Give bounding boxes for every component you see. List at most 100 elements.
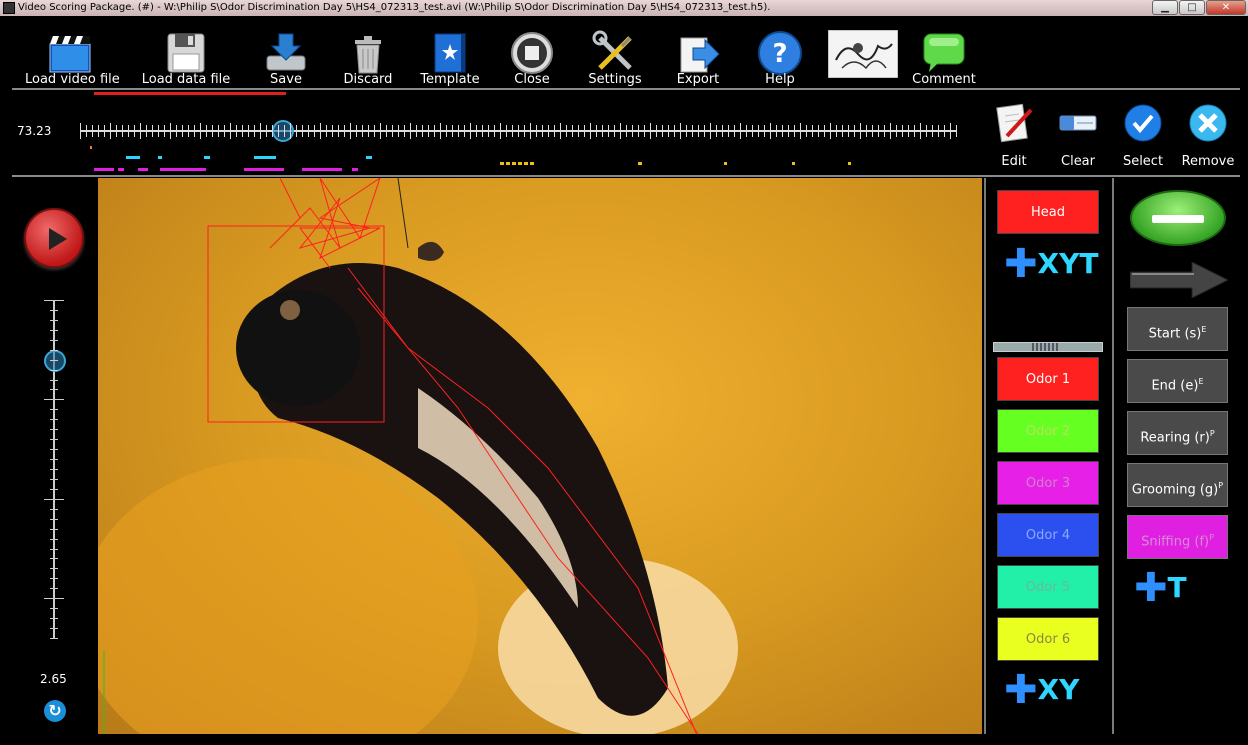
odor-5-button[interactable]: Odor 5 [997,565,1099,609]
sniffing-event-label: Sniffing (f) [1141,534,1210,550]
marker-list-scrollbar[interactable] [993,342,1103,352]
speed-slider-tick [44,498,64,500]
load-data-button[interactable]: Load data file [141,28,231,90]
load-data-label: Load data file [141,72,231,87]
play-icon [49,228,67,250]
speed-slider-tick [50,558,58,560]
next-arrow-icon[interactable] [1130,262,1228,298]
sketch-thumbnail-icon [828,30,898,78]
speed-slider-tick [50,329,58,331]
head-marker-button[interactable]: Head [997,190,1099,234]
speed-slider-tick [50,459,58,461]
speed-slider-tick [50,608,58,610]
event-mark [792,162,795,165]
select-button[interactable]: Select [1112,102,1174,169]
event-mark [118,168,124,171]
grooming-event-button[interactable]: Grooming (g)P [1127,463,1228,507]
add-xy-label: XY [1037,673,1080,706]
speed-slider-tick [44,598,64,600]
load-video-button[interactable]: Load video file [25,28,120,90]
event-mark [158,156,162,159]
comment-label: Comment [912,72,976,87]
event-mark [352,168,358,171]
add-xyt-label: XYT [1037,247,1099,280]
timeline-panel: 73.23 Edit Clear Select Remove [0,96,1248,176]
speed-slider-tick [44,399,64,401]
maximize-button[interactable]: □ [1179,0,1205,15]
template-button[interactable]: Template [405,28,495,90]
speed-slider-tick [50,578,58,580]
stop-circle-icon [511,32,553,74]
edit-label: Edit [1001,154,1027,169]
help-question-icon: ? [758,31,802,75]
speed-value: 2.65 [40,672,67,686]
remove-x-icon [1189,104,1227,142]
add-xyt-button[interactable]: ✚XYT [1004,241,1099,287]
close-button[interactable]: Close [487,28,577,90]
odor-3-button[interactable]: Odor 3 [997,461,1099,505]
close-window-button[interactable]: ✕ [1206,0,1246,15]
clear-label: Clear [1061,154,1095,169]
event-mark [126,156,140,159]
remove-button[interactable]: Remove [1177,102,1239,169]
reset-speed-icon[interactable]: ↻ [44,700,66,722]
speed-slider-tick [44,300,64,301]
speed-slider-tick [50,528,58,530]
minimize-button[interactable]: ▁ [1152,0,1178,15]
start-event-button[interactable]: Start (s)E [1127,307,1228,351]
add-t-button[interactable]: ✚T [1134,565,1187,611]
wrench-screwdriver-icon [592,30,632,70]
odor-1-button[interactable]: Odor 1 [997,357,1099,401]
odor-2-button[interactable]: Odor 2 [997,409,1099,453]
speed-slider-tick [50,488,58,490]
event-marks [80,96,956,176]
plus-icon: ✚ [1134,565,1168,611]
rearing-event-button[interactable]: Rearing (r)P [1127,411,1228,455]
edit-pencil-icon [996,103,1033,143]
active-file-indicator [94,92,286,95]
window-controls: ▁ □ ✕ [1151,0,1246,15]
marker-list-scroll-thumb[interactable] [1032,343,1060,351]
template-book-icon [434,33,466,73]
edit-button[interactable]: Edit [983,102,1045,169]
clear-button[interactable]: Clear [1047,102,1109,169]
trash-can-icon [355,36,381,74]
end-event-button[interactable]: End (e)E [1127,359,1228,403]
play-button[interactable] [24,208,84,268]
timeline-tick [956,125,957,137]
comment-button[interactable]: Comment [899,28,989,90]
sniffing-event-button[interactable]: Sniffing (f)P [1127,515,1228,559]
save-button[interactable]: Save [241,28,331,90]
settings-button[interactable]: Settings [570,28,660,90]
save-label: Save [270,72,302,87]
speed-slider[interactable] [44,300,66,640]
save-download-icon [266,33,306,71]
add-xy-button[interactable]: ✚XY [1004,670,1080,710]
template-label: Template [420,72,480,87]
sketch-thumbnail-button[interactable] [818,28,908,90]
event-mark [90,146,92,149]
event-mark [160,168,206,171]
odor-4-button[interactable]: Odor 4 [997,513,1099,557]
plus-icon: ✚ [1004,241,1038,287]
help-button[interactable]: ? Help [735,28,825,90]
speed-slider-thumb[interactable] [44,349,66,372]
panel-divider [984,178,986,734]
speed-slider-tick [50,409,58,411]
video-image [98,178,738,734]
event-mark [724,162,727,165]
speed-slider-tick [50,429,58,431]
export-button[interactable]: Export [653,28,743,90]
odor-6-button[interactable]: Odor 6 [997,617,1099,661]
speed-slider-tick [50,478,58,480]
select-label: Select [1122,154,1164,169]
speed-slider-tick [50,518,58,520]
speed-slider-tick [50,339,58,341]
speed-slider-tick [50,379,58,381]
app-icon [3,2,15,14]
video-frame[interactable] [98,178,982,734]
event-mark [302,168,342,171]
main-toolbar: Load video file Load data file Save Disc… [0,22,1248,90]
minus-button[interactable] [1130,190,1226,246]
discard-button[interactable]: Discard [323,28,413,90]
